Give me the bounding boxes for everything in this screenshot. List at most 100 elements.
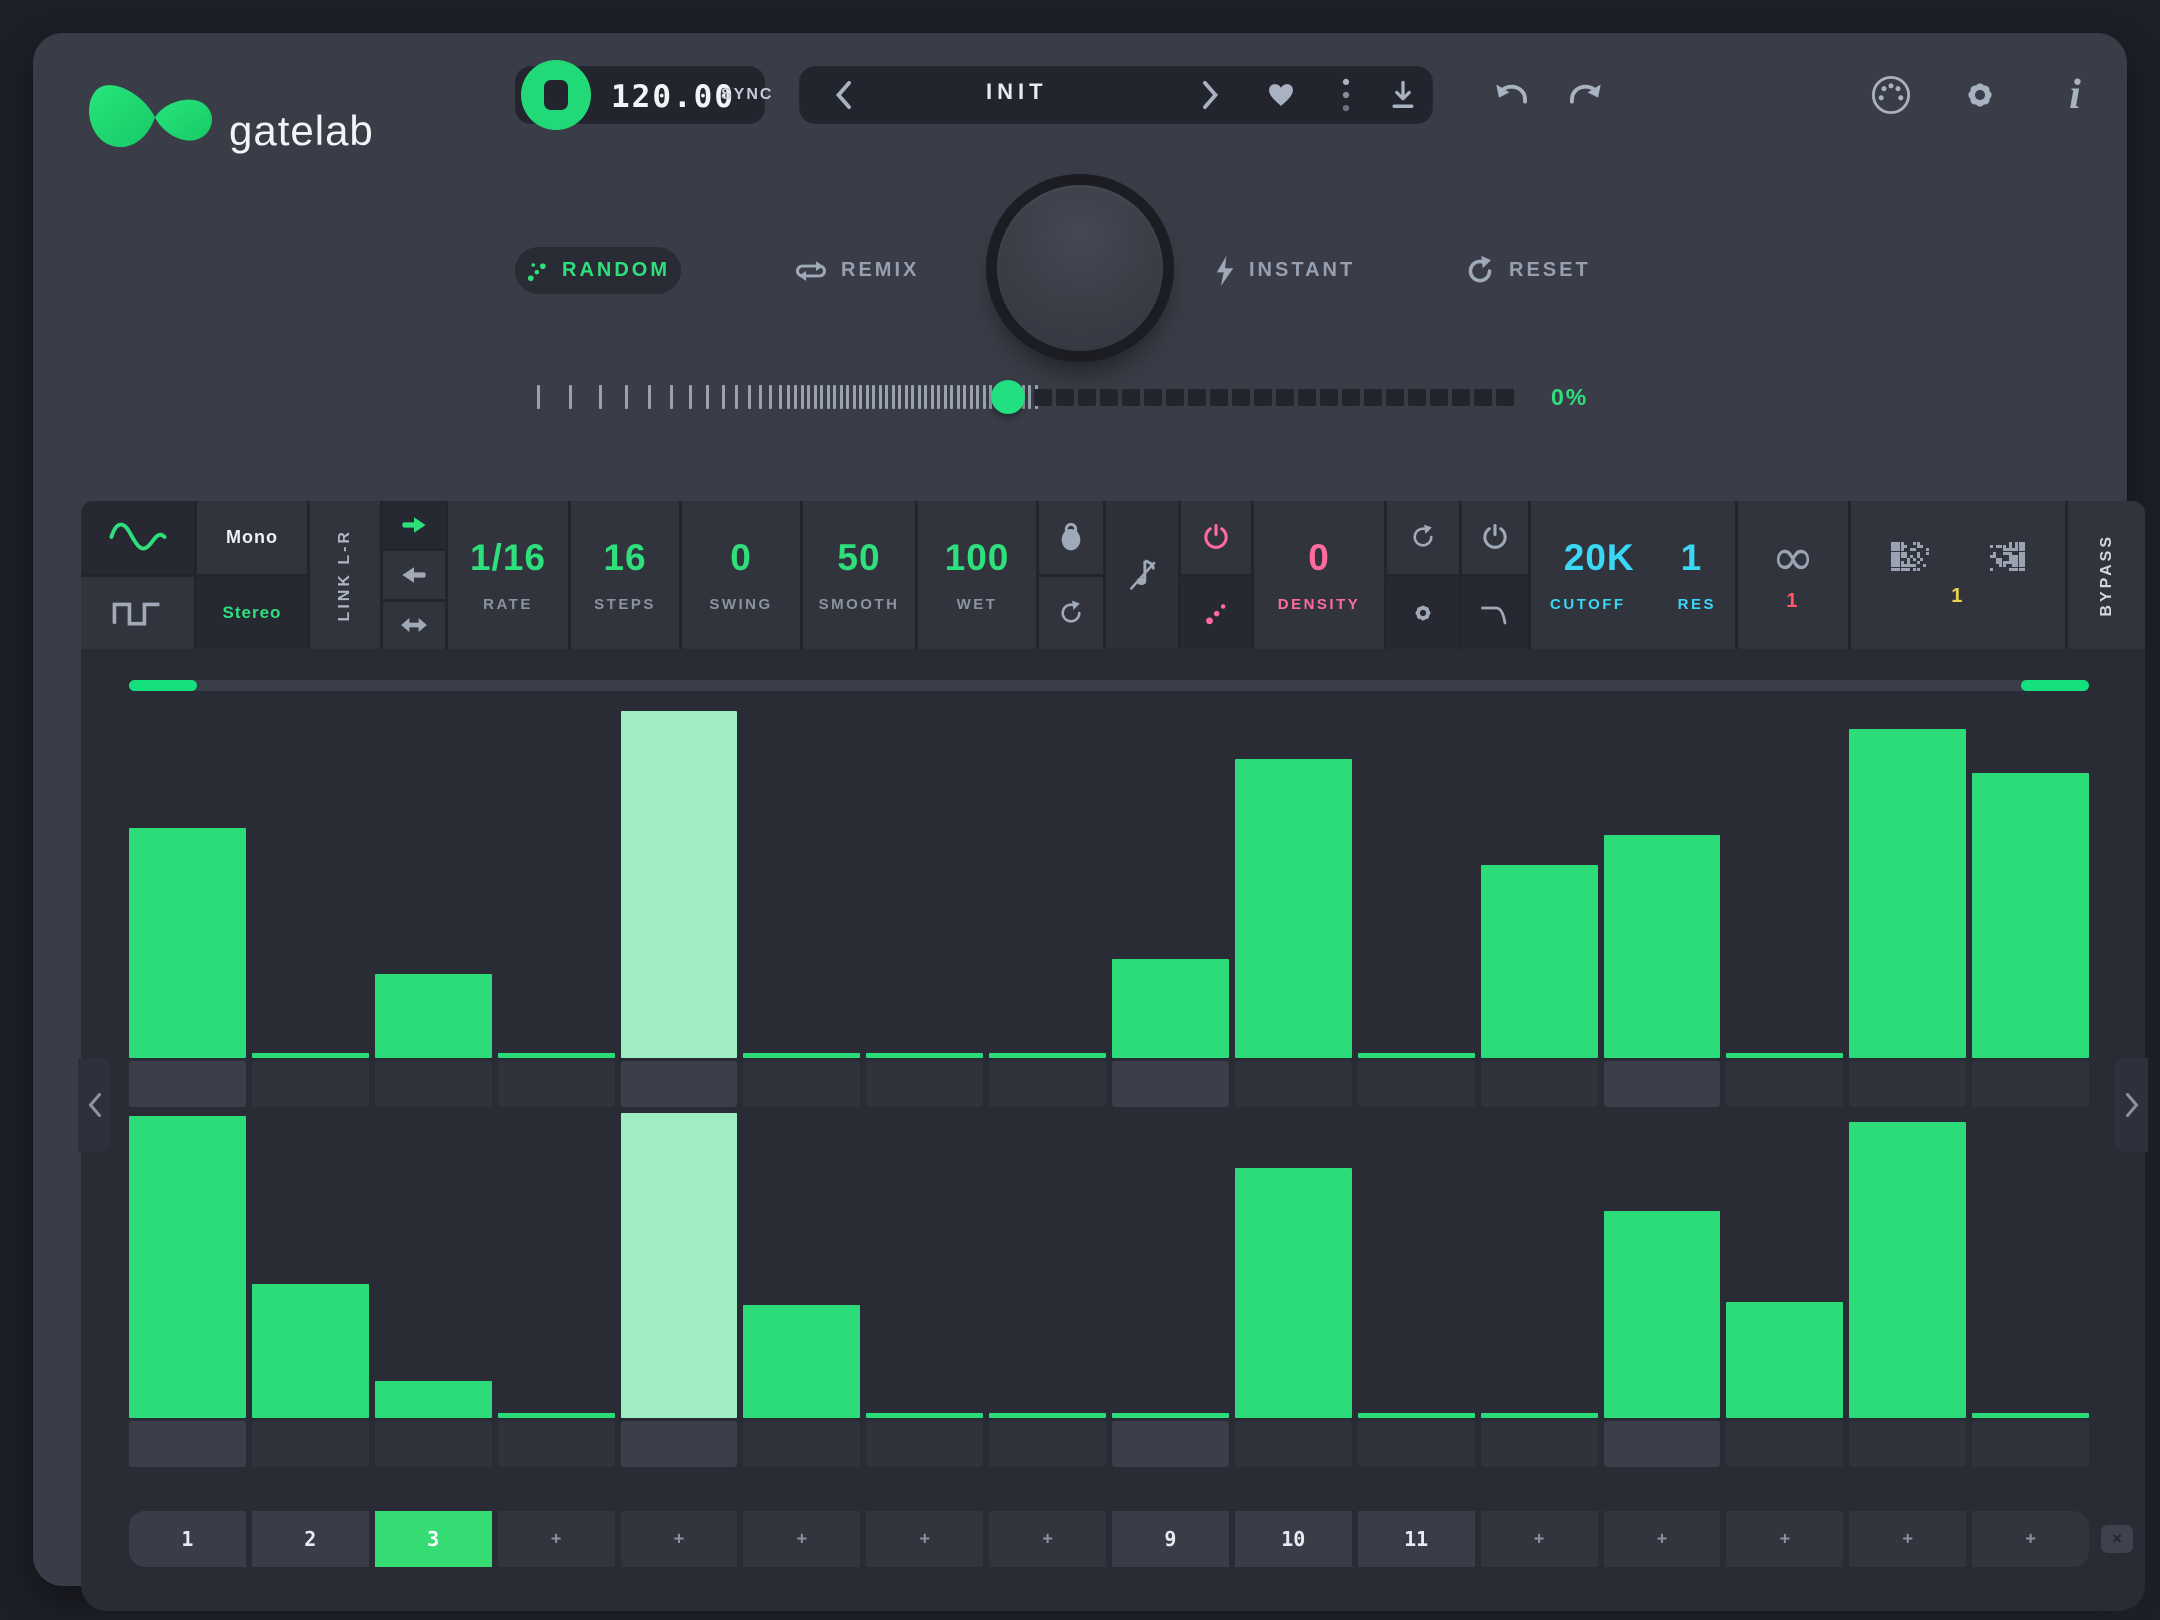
preset-name[interactable]: INIT (986, 79, 1048, 105)
lane-top-step-6[interactable] (743, 693, 860, 1058)
cells-bottom-cell-6[interactable] (743, 1421, 860, 1467)
mute-note-button[interactable] (1106, 501, 1178, 649)
cells-bottom-cell-1[interactable] (129, 1421, 246, 1467)
lane-bottom-step-8[interactable] (989, 1113, 1106, 1418)
cells-top-cell-11[interactable] (1358, 1061, 1475, 1107)
cells-top-cell-12[interactable] (1481, 1061, 1598, 1107)
direction-pingpong-button[interactable] (383, 599, 445, 649)
cells-top-cell-8[interactable] (989, 1061, 1106, 1107)
pattern-add-slot[interactable]: + (1604, 1511, 1721, 1567)
pattern-add-slot[interactable]: + (1972, 1511, 2089, 1567)
lane-bottom-step-7[interactable] (866, 1113, 983, 1418)
lane-top-step-9[interactable] (1112, 693, 1229, 1058)
pattern-add-slot[interactable]: + (1726, 1511, 1843, 1567)
waveform-square-button[interactable] (81, 574, 194, 650)
cells-top-cell-3[interactable] (375, 1061, 492, 1107)
cells-top-cell-7[interactable] (866, 1061, 983, 1107)
cells-top-cell-6[interactable] (743, 1061, 860, 1107)
lane-top-step-5[interactable] (621, 693, 738, 1058)
lock-cycle-button[interactable] (1039, 574, 1103, 650)
mono-button[interactable]: Mono (197, 501, 307, 574)
cells-top-cell-5[interactable] (621, 1061, 738, 1107)
lane-bottom-step-1[interactable] (129, 1113, 246, 1418)
noise-cell[interactable]: 1 (1851, 501, 2065, 649)
cells-bottom-cell-14[interactable] (1726, 1421, 1843, 1467)
preset-next-button[interactable] (1191, 73, 1231, 117)
lane-bottom-step-2[interactable] (252, 1113, 369, 1418)
cutoff-value[interactable]: 20K (1564, 537, 1635, 579)
swing-control[interactable]: 0 SWING (682, 501, 800, 649)
preset-prev-button[interactable] (823, 73, 863, 117)
density-power-button[interactable] (1181, 501, 1251, 574)
cells-top-cell-4[interactable] (498, 1061, 615, 1107)
lane-bottom-step-13[interactable] (1604, 1113, 1721, 1418)
lane-bottom-step-5[interactable] (621, 1113, 738, 1418)
lane-bottom-step-4[interactable] (498, 1113, 615, 1418)
bypass-toggle[interactable]: BYPASS (2068, 501, 2145, 649)
res-value[interactable]: 1 (1681, 537, 1703, 579)
lane-bottom-step-10[interactable] (1235, 1113, 1352, 1418)
settings-button[interactable] (1955, 71, 2005, 119)
remix-button[interactable]: REMIX (795, 247, 919, 294)
lane-top-step-3[interactable] (375, 693, 492, 1058)
pattern-add-slot[interactable]: + (1849, 1511, 1966, 1567)
save-preset-button[interactable] (1381, 73, 1425, 117)
loop-length-cell[interactable]: ∞ 1 (1738, 501, 1848, 649)
steps-control[interactable]: 16 STEPS (571, 501, 679, 649)
pattern-add-slot[interactable]: + (1481, 1511, 1598, 1567)
lane-top-step-10[interactable] (1235, 693, 1352, 1058)
pattern-add-slot[interactable]: + (743, 1511, 860, 1567)
sync-toggle[interactable]: SYNC (721, 86, 773, 104)
waveform-sine-button[interactable] (81, 501, 194, 574)
lane-top-step-14[interactable] (1726, 693, 1843, 1058)
cells-bottom-cell-10[interactable] (1235, 1421, 1352, 1467)
cells-bottom-cell-3[interactable] (375, 1421, 492, 1467)
cells-top-cell-14[interactable] (1726, 1061, 1843, 1107)
cells-bottom-cell-8[interactable] (989, 1421, 1106, 1467)
scroll-left-tab[interactable] (78, 1058, 111, 1152)
info-button[interactable]: i (2055, 71, 2095, 119)
pattern-slot-9[interactable]: 9 (1112, 1511, 1229, 1567)
pattern-slot-10[interactable]: 10 (1235, 1511, 1352, 1567)
lane-top-step-11[interactable] (1358, 693, 1475, 1058)
lane-top-step-13[interactable] (1604, 693, 1721, 1058)
lock-button[interactable] (1039, 501, 1103, 574)
density-control[interactable]: 0 DENSITY (1254, 501, 1384, 649)
lane-bottom-step-12[interactable] (1481, 1113, 1598, 1418)
cells-top-cell-15[interactable] (1849, 1061, 1966, 1107)
pattern-slot-11[interactable]: 11 (1358, 1511, 1475, 1567)
redo-button[interactable] (1561, 71, 1609, 119)
cells-bottom-cell-16[interactable] (1972, 1421, 2089, 1467)
random-button[interactable]: RANDOM (515, 247, 681, 294)
reset-button[interactable]: RESET (1465, 247, 1591, 294)
midi-settings-button[interactable] (1866, 71, 1916, 119)
cells-top-cell-10[interactable] (1235, 1061, 1352, 1107)
wet-control[interactable]: 100 WET (918, 501, 1036, 649)
pattern-add-slot[interactable]: + (621, 1511, 738, 1567)
cells-top-cell-9[interactable] (1112, 1061, 1229, 1107)
cells-bottom-cell-12[interactable] (1481, 1421, 1598, 1467)
smooth-control[interactable]: 50 SMOOTH (803, 501, 915, 649)
cells-top-cell-13[interactable] (1604, 1061, 1721, 1107)
lane-top-step-7[interactable] (866, 693, 983, 1058)
filter-cycle-button[interactable] (1387, 501, 1459, 574)
slider-knob[interactable] (991, 380, 1025, 414)
filter-type-button[interactable] (1462, 574, 1528, 650)
direction-backward-button[interactable] (383, 548, 445, 598)
cells-top-cell-16[interactable] (1972, 1061, 2089, 1107)
lane-bottom-step-14[interactable] (1726, 1113, 1843, 1418)
cells-bottom-cell-4[interactable] (498, 1421, 615, 1467)
randomize-amount-slider[interactable] (537, 385, 1499, 409)
cells-bottom-cell-11[interactable] (1358, 1421, 1475, 1467)
cells-top-cell-1[interactable] (129, 1061, 246, 1107)
main-knob[interactable] (997, 185, 1163, 351)
stereo-button[interactable]: Stereo (197, 574, 307, 650)
cells-bottom-cell-15[interactable] (1849, 1421, 1966, 1467)
filter-power-button[interactable] (1462, 501, 1528, 574)
cells-top-cell-2[interactable] (252, 1061, 369, 1107)
lane-bottom-step-15[interactable] (1849, 1113, 1966, 1418)
lane-top-step-15[interactable] (1849, 693, 1966, 1058)
rate-control[interactable]: 1/16 RATE (448, 501, 568, 649)
cells-bottom-cell-5[interactable] (621, 1421, 738, 1467)
lane-bottom-step-9[interactable] (1112, 1113, 1229, 1418)
